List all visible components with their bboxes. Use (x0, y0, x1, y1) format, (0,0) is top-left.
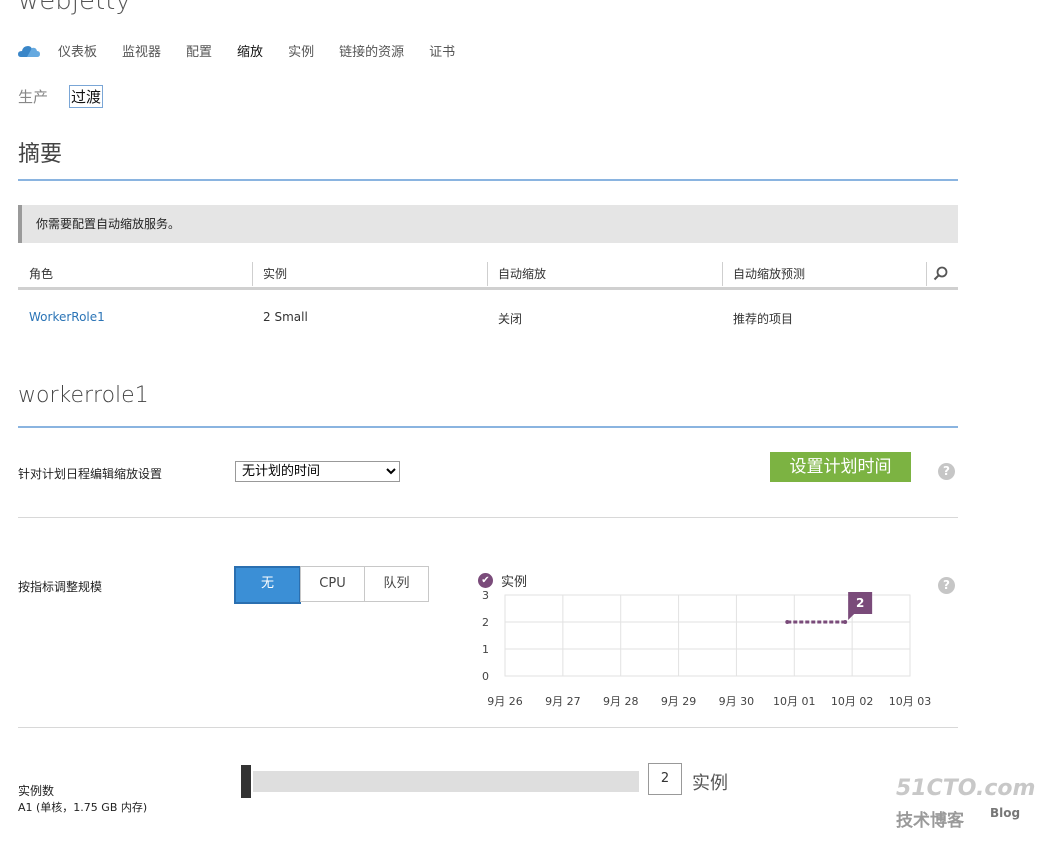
check-icon: ✔ (478, 573, 493, 588)
help-icon[interactable]: ? (938, 463, 955, 480)
app-title: webjetty (18, 0, 131, 16)
tab-production[interactable]: 生产 (18, 86, 48, 107)
schedule-label: 针对计划日程编辑缩放设置 (18, 467, 163, 481)
col-header-role[interactable]: 角色 (29, 265, 53, 282)
prediction-cell: 推荐的项目 (733, 312, 794, 326)
instances-cell: 2 Small (263, 310, 308, 324)
watermark-blog: Blog (990, 806, 1021, 820)
set-schedule-button[interactable]: 设置计划时间 (770, 452, 911, 482)
col-header-prediction[interactable]: 自动缩放预测 (733, 265, 805, 282)
col-header-instances[interactable]: 实例 (263, 265, 287, 282)
x-tick-label: 9月 30 (719, 695, 755, 708)
nav-configure[interactable]: 配置 (186, 41, 212, 60)
x-tick-label: 9月 27 (545, 695, 581, 708)
x-tick-label: 9月 26 (487, 695, 523, 708)
table-header-divider (18, 287, 958, 290)
metric-option-cpu[interactable]: CPU (300, 566, 365, 602)
column-divider (487, 262, 488, 286)
x-tick-label: 9月 28 (603, 695, 639, 708)
data-point (843, 620, 848, 624)
section-divider (18, 727, 958, 728)
environment-tabs: 生产 过渡 (18, 85, 124, 108)
instance-count-input[interactable]: 2 (648, 763, 682, 795)
x-tick-label: 10月 02 (831, 695, 874, 708)
nav-scale[interactable]: 缩放 (237, 41, 263, 60)
summary-heading: 摘要 (18, 142, 63, 167)
main-nav: 仪表板 监视器 配置 缩放 实例 链接的资源 证书 (18, 41, 480, 60)
instance-slider-track[interactable] (253, 771, 639, 792)
data-point (785, 620, 790, 624)
metric-option-queue[interactable]: 队列 (364, 566, 429, 602)
y-tick-label: 2 (482, 616, 489, 629)
watermark-subtitle: 技术博客 (896, 811, 964, 831)
instances-chart: 0 1 2 3 9月 26 9月 27 9月 28 9月 29 9月 30 10月 01 10月 0… (482, 589, 932, 708)
schedule-select[interactable]: 无计划的时间 (235, 461, 400, 482)
nav-dashboard[interactable]: 仪表板 (58, 41, 97, 60)
autoscale-notice: 你需要配置自动缩放服务。 (18, 205, 958, 243)
cloud-service-icon (18, 45, 40, 57)
search-icon[interactable] (933, 266, 948, 281)
nav-instances[interactable]: 实例 (288, 41, 314, 60)
metric-label: 按指标调整规模 (18, 580, 103, 594)
autoscale-cell: 关闭 (498, 312, 523, 326)
nav-certificates[interactable]: 证书 (429, 41, 455, 60)
section-divider (18, 517, 958, 518)
role-divider (18, 426, 958, 428)
role-link[interactable]: WorkerRole1 (29, 310, 105, 324)
y-tick-label: 0 (482, 670, 489, 683)
x-tick-label: 9月 29 (661, 695, 697, 708)
watermark-logo: 51CTO.com (896, 776, 1036, 801)
y-tick-label: 1 (482, 643, 489, 656)
instance-count-label: 实例数 (18, 784, 55, 798)
x-tick-label: 10月 01 (773, 695, 816, 708)
column-divider (722, 262, 723, 286)
role-heading: workerrole1 (18, 383, 149, 408)
metric-selector: 无 CPU 队列 (234, 566, 429, 604)
column-divider (252, 262, 253, 286)
tab-staging[interactable]: 过渡 (69, 85, 104, 108)
instance-slider-handle[interactable] (241, 765, 251, 798)
value-callout-label: 2 (856, 596, 864, 610)
nav-monitor[interactable]: 监视器 (122, 41, 161, 60)
instance-size-label: A1 (单核，1.75 GB 内存) (18, 801, 148, 814)
instance-count-unit: 实例 (692, 773, 728, 794)
summary-divider (18, 179, 958, 181)
y-tick-label: 3 (482, 589, 489, 602)
nav-linked-resources[interactable]: 链接的资源 (339, 41, 404, 60)
column-divider (926, 262, 927, 286)
metric-option-none[interactable]: 无 (234, 566, 301, 604)
col-header-autoscale[interactable]: 自动缩放 (498, 265, 546, 282)
x-tick-label: 10月 03 (889, 695, 932, 708)
